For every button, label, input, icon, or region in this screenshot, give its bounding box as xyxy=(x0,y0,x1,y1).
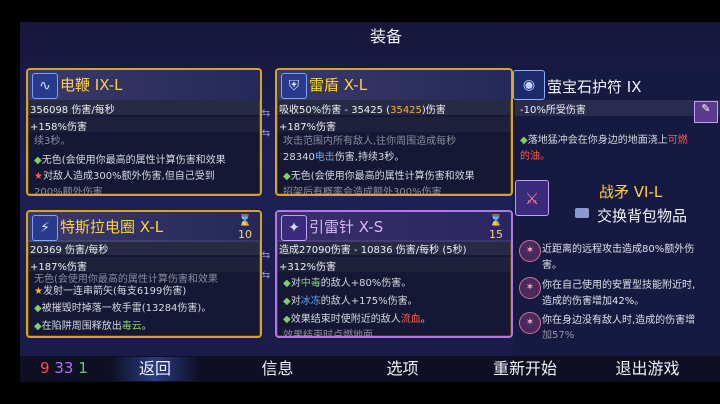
item-effect: 招架后有概率会造成额外300%伤害 xyxy=(283,187,442,196)
swap-arrow-icon: ⇆ xyxy=(261,270,271,281)
restart-button[interactable]: 重新开始 xyxy=(480,357,570,381)
perk-icon: ✶ xyxy=(519,240,541,262)
item-effect: 200%额外伤害 xyxy=(34,187,103,196)
amulet-name: 萤宝石护符 IX xyxy=(547,78,642,96)
back-button[interactable]: 返回 xyxy=(110,357,200,381)
item-effect: ◆在陷阱周围释放出毒云。 xyxy=(34,321,152,332)
survival-count: 1 xyxy=(78,359,88,377)
amulet-effect: ◆落地猛冲会在你身边的地面浇上可燃 xyxy=(520,135,688,146)
item-name: 电鞭 IX-L xyxy=(60,76,123,94)
item-card-lightning-rod[interactable]: ✦ 引雷针 X-S ⌛ 15 造成27090伤害 - 10836 伤害/每秒 (… xyxy=(275,210,513,338)
brutality-count: 9 xyxy=(40,359,50,377)
perk-icon: ✶ xyxy=(519,312,541,334)
scroll-icon: ✎ xyxy=(694,101,718,123)
item-effect: 攻击范围内所有敌人,往你周围造成每秒 xyxy=(283,136,457,147)
perk-icon: ✶ xyxy=(519,277,541,299)
item-effect: ◆效果结束时使附近的敌人流血。 xyxy=(283,314,431,325)
quit-game-button[interactable]: 退出游戏 xyxy=(600,357,695,381)
item-effect: 28340电击伤害,持续3秒。 xyxy=(283,152,405,163)
spear-icon[interactable]: ⚔ xyxy=(515,180,549,216)
swap-backpack-label[interactable]: 交换背包物品 xyxy=(597,205,687,226)
perk-text: 近距离的远程攻击造成80%额外伤 xyxy=(542,244,695,255)
item-effect: ◆被摧毁时掉落一枚手雷(13284伤害)。 xyxy=(34,303,212,314)
swap-key-icon xyxy=(575,208,589,218)
item-name: 引雷针 X-S xyxy=(309,218,384,236)
perk-text: 造成的伤害增加42%。 xyxy=(542,296,645,307)
swap-arrow-icon: ⇆ xyxy=(261,108,271,119)
stat-counters: 9 33 1 xyxy=(40,359,88,377)
item-damage: 造成27090伤害 - 10836 伤害/每秒 (5秒) xyxy=(279,245,467,256)
item-dps: 356098 伤害/每秒 xyxy=(30,105,115,116)
item-card-electric-whip[interactable]: ∿ 电鞭 IX-L 356098 伤害/每秒 +158%伤害 续3秒。 ◆无色(… xyxy=(26,68,262,196)
item-damage-bonus: +187%伤害 xyxy=(279,122,336,133)
item-name: 特斯拉电圈 X-L xyxy=(60,218,164,236)
item-card-tesla-coil[interactable]: ⚡ 特斯拉电圈 X-L ⌛ 10 20369 伤害/每秒 +187%伤害 无色(… xyxy=(26,210,262,338)
lightning-rod-icon: ✦ xyxy=(281,215,307,241)
perk-text: 加57% xyxy=(542,330,575,341)
swap-arrow-icon: ⇆ xyxy=(261,128,271,139)
item-damage-bonus: +158%伤害 xyxy=(30,122,87,133)
item-effect: ◆无色(会使用你最高的属性计算伤害和效果 xyxy=(34,155,226,166)
perk-text: 你在自己使用的安置型技能附近时, xyxy=(542,280,696,291)
tesla-coil-icon: ⚡ xyxy=(32,215,58,241)
amulet-effect-cont: 的油。 xyxy=(520,151,550,162)
item-card-thunder-shield[interactable]: ⛨ 雷盾 X-L 吸收50%伤害 - 35425 (35425)伤害 +187%… xyxy=(275,68,513,196)
swap-arrow-icon: ⇆ xyxy=(261,250,271,261)
tactics-count: 33 xyxy=(54,359,74,377)
item-effect-fragment: 续3秒。 xyxy=(34,136,71,147)
game-screen: { "screen_title": "装备", "cards": { "whip… xyxy=(0,0,720,404)
amulet-icon[interactable]: ◉ xyxy=(513,70,545,100)
shield-icon: ⛨ xyxy=(281,73,307,99)
hourglass-icon: ⌛ xyxy=(489,214,503,227)
item-effect: ◆对冰冻的敌人+175%伤害。 xyxy=(283,296,418,307)
item-damage-bonus: +312%伤害 xyxy=(279,262,336,273)
screen-title: 装备 xyxy=(369,27,402,46)
whip-icon: ∿ xyxy=(32,73,58,99)
hourglass-icon: ⌛ xyxy=(238,214,252,227)
item-absorb: 吸收50%伤害 - 35425 (35425)伤害 xyxy=(279,105,446,116)
options-button[interactable]: 选项 xyxy=(365,357,440,381)
item-effect: ★对敌人造成300%额外伤害,但自己受到 xyxy=(34,171,215,182)
item-dps: 20369 伤害/每秒 xyxy=(30,245,109,256)
info-button[interactable]: 信息 xyxy=(240,357,315,381)
item-effect: ◆无色(会使用你最高的属性计算伤害和效果 xyxy=(283,171,475,182)
item-effect: ★发射一连串箭矢(每支6199伤害) xyxy=(34,286,187,297)
spear-name: 战矛 VI-L xyxy=(599,183,663,201)
item-name: 雷盾 X-L xyxy=(309,76,368,94)
perk-text: 你在身边没有敌人时,造成的伤害增 xyxy=(542,315,696,326)
item-effect: ◆对中毒的敌人+80%伤害。 xyxy=(283,278,412,289)
item-effect: 效果结束时点燃地面 xyxy=(283,330,373,338)
perk-text: 害。 xyxy=(542,260,562,271)
amulet-stat: -10%所受伤害 xyxy=(520,105,586,116)
